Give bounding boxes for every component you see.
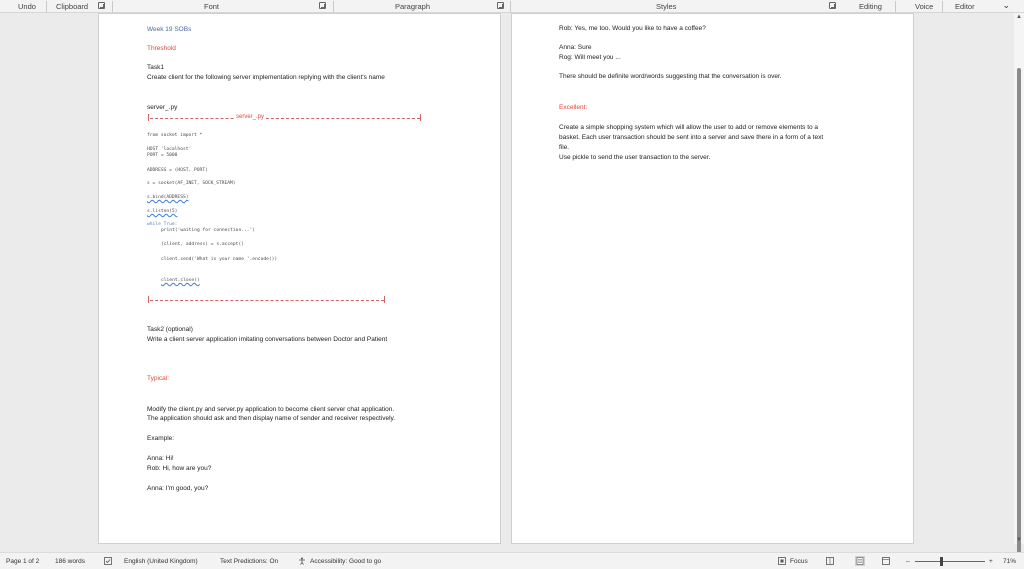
styles-launcher-icon[interactable] [829, 2, 836, 9]
anna-line: Anna: Sure [559, 44, 592, 51]
banner-left-bar [148, 114, 149, 121]
font-launcher-icon[interactable] [319, 2, 326, 9]
example-line-1: Anna: Hi! [147, 455, 174, 462]
accessibility-status[interactable]: Accessibility: Good to go [310, 558, 381, 565]
clipboard-group-label[interactable]: Clipboard [56, 2, 88, 11]
proofing-icon[interactable] [104, 557, 112, 565]
vertical-scrollbar[interactable]: ▲ ▼ [1014, 13, 1024, 553]
voice-group-label[interactable]: Voice [915, 2, 933, 11]
task2-title: Task2 (optional) [147, 326, 193, 333]
task1-title: Task1 [147, 64, 164, 71]
code-line: client.close() [161, 278, 200, 283]
scroll-thumb[interactable] [1017, 68, 1021, 553]
text-predictions-status[interactable]: Text Predictions: On [220, 558, 278, 565]
code-line: print('waiting for connection...') [161, 228, 256, 233]
modify-line-1: Modify the client.py and server.py appli… [147, 406, 395, 413]
web-layout-icon[interactable] [882, 557, 890, 565]
week-heading: Week 19 SOBs [147, 26, 192, 33]
task1-description: Create client for the following server i… [147, 74, 385, 81]
threshold-heading: Threshold [147, 45, 176, 52]
shopping-line-4: Use pickle to send the user transaction … [559, 154, 711, 161]
code-line: ADDRESS = (HOST, PORT) [147, 168, 208, 173]
code-line: (client, address) = s.accept() [161, 242, 244, 247]
print-layout-icon[interactable] [855, 556, 865, 566]
zoom-in-button[interactable]: + [989, 558, 993, 565]
divider [895, 1, 896, 12]
divider [112, 1, 113, 12]
shopping-line-3: file. [559, 144, 570, 151]
code-line: s.bind(ADDRESS) [147, 195, 189, 200]
example-line-3: Anna: I'm good, you? [147, 485, 209, 492]
banner-right-bar [420, 114, 421, 121]
task2-description: Write a client server application imitat… [147, 336, 388, 343]
language-indicator[interactable]: English (United Kingdom) [124, 558, 198, 565]
accessibility-icon[interactable] [298, 557, 306, 565]
code-line: s = socket(AF_INET, SOCK_STREAM) [147, 181, 236, 186]
document-page-2[interactable]: Rob: Yes, me too. Would you like to have… [511, 13, 914, 544]
divider [46, 1, 47, 12]
definite-line: There should be definite word/words sugg… [559, 73, 782, 80]
paragraph-group-label[interactable]: Paragraph [395, 2, 430, 11]
font-group-label[interactable]: Font [204, 2, 219, 11]
document-page-1[interactable]: Week 19 SOBs Threshold Task1 Create clie… [98, 13, 501, 544]
status-bar: Page 1 of 2 186 words English (United Ki… [0, 552, 1024, 569]
editing-group-label[interactable]: Editing [859, 2, 882, 11]
ribbon-group-labels: Undo Clipboard Font Paragraph Styles Edi… [0, 0, 1024, 13]
styles-group-label[interactable]: Styles [656, 2, 676, 11]
code-line: while True: [147, 222, 178, 227]
focus-icon[interactable] [778, 557, 786, 565]
code-line: client.send('What is your name '.encode(… [161, 257, 278, 262]
rog-line: Rog: Will meet you ... [559, 54, 621, 61]
undo-group-label[interactable]: Undo [18, 2, 36, 11]
paragraph-launcher-icon[interactable] [497, 2, 504, 9]
divider [510, 1, 511, 12]
zoom-out-button[interactable]: – [906, 558, 910, 565]
example-label: Example: [147, 435, 175, 442]
code-line: PORT = 5000 [147, 153, 178, 158]
example-line-2: Rob: Hi, how are you? [147, 465, 212, 472]
code-line: from socket import * [147, 133, 203, 138]
footer-right-bar [384, 296, 385, 303]
zoom-slider-thumb[interactable] [940, 557, 943, 566]
server-banner-label: server_.py [234, 114, 267, 120]
typical-heading: Typical: [147, 375, 170, 382]
banner-dashed-line [150, 118, 420, 119]
shopping-line-1: Create a simple shopping system which wi… [559, 124, 819, 131]
editor-group-label[interactable]: Editor [955, 2, 975, 11]
read-mode-icon[interactable] [826, 557, 834, 565]
page-count[interactable]: Page 1 of 2 [6, 558, 39, 565]
scroll-down-arrow-icon[interactable]: ▼ [1016, 537, 1022, 543]
rob-line: Rob: Yes, me too. Would you like to have… [559, 25, 706, 32]
shopping-line-2: basket. Each user transaction should be … [559, 134, 824, 141]
divider [942, 1, 943, 12]
word-count[interactable]: 186 words [55, 558, 85, 565]
code-line: HOST 'localhost' [147, 147, 192, 152]
code-line: s.listen(5) [147, 209, 178, 214]
zoom-slider-track[interactable] [915, 561, 985, 562]
footer-left-bar [148, 296, 149, 303]
divider [333, 1, 334, 12]
modify-line-2: The application should ask and then disp… [147, 415, 396, 422]
focus-button[interactable]: Focus [790, 558, 808, 565]
clipboard-launcher-icon[interactable] [98, 2, 105, 9]
server-filename: server_.py [147, 104, 178, 111]
zoom-level[interactable]: 71% [1003, 558, 1016, 565]
scroll-up-arrow-icon[interactable]: ▲ [1016, 14, 1022, 20]
collapse-ribbon-chevron-icon[interactable]: ⌄ [1002, 0, 1010, 11]
excellent-heading: Excellent: [559, 104, 588, 111]
footer-dashed-line [150, 300, 384, 301]
